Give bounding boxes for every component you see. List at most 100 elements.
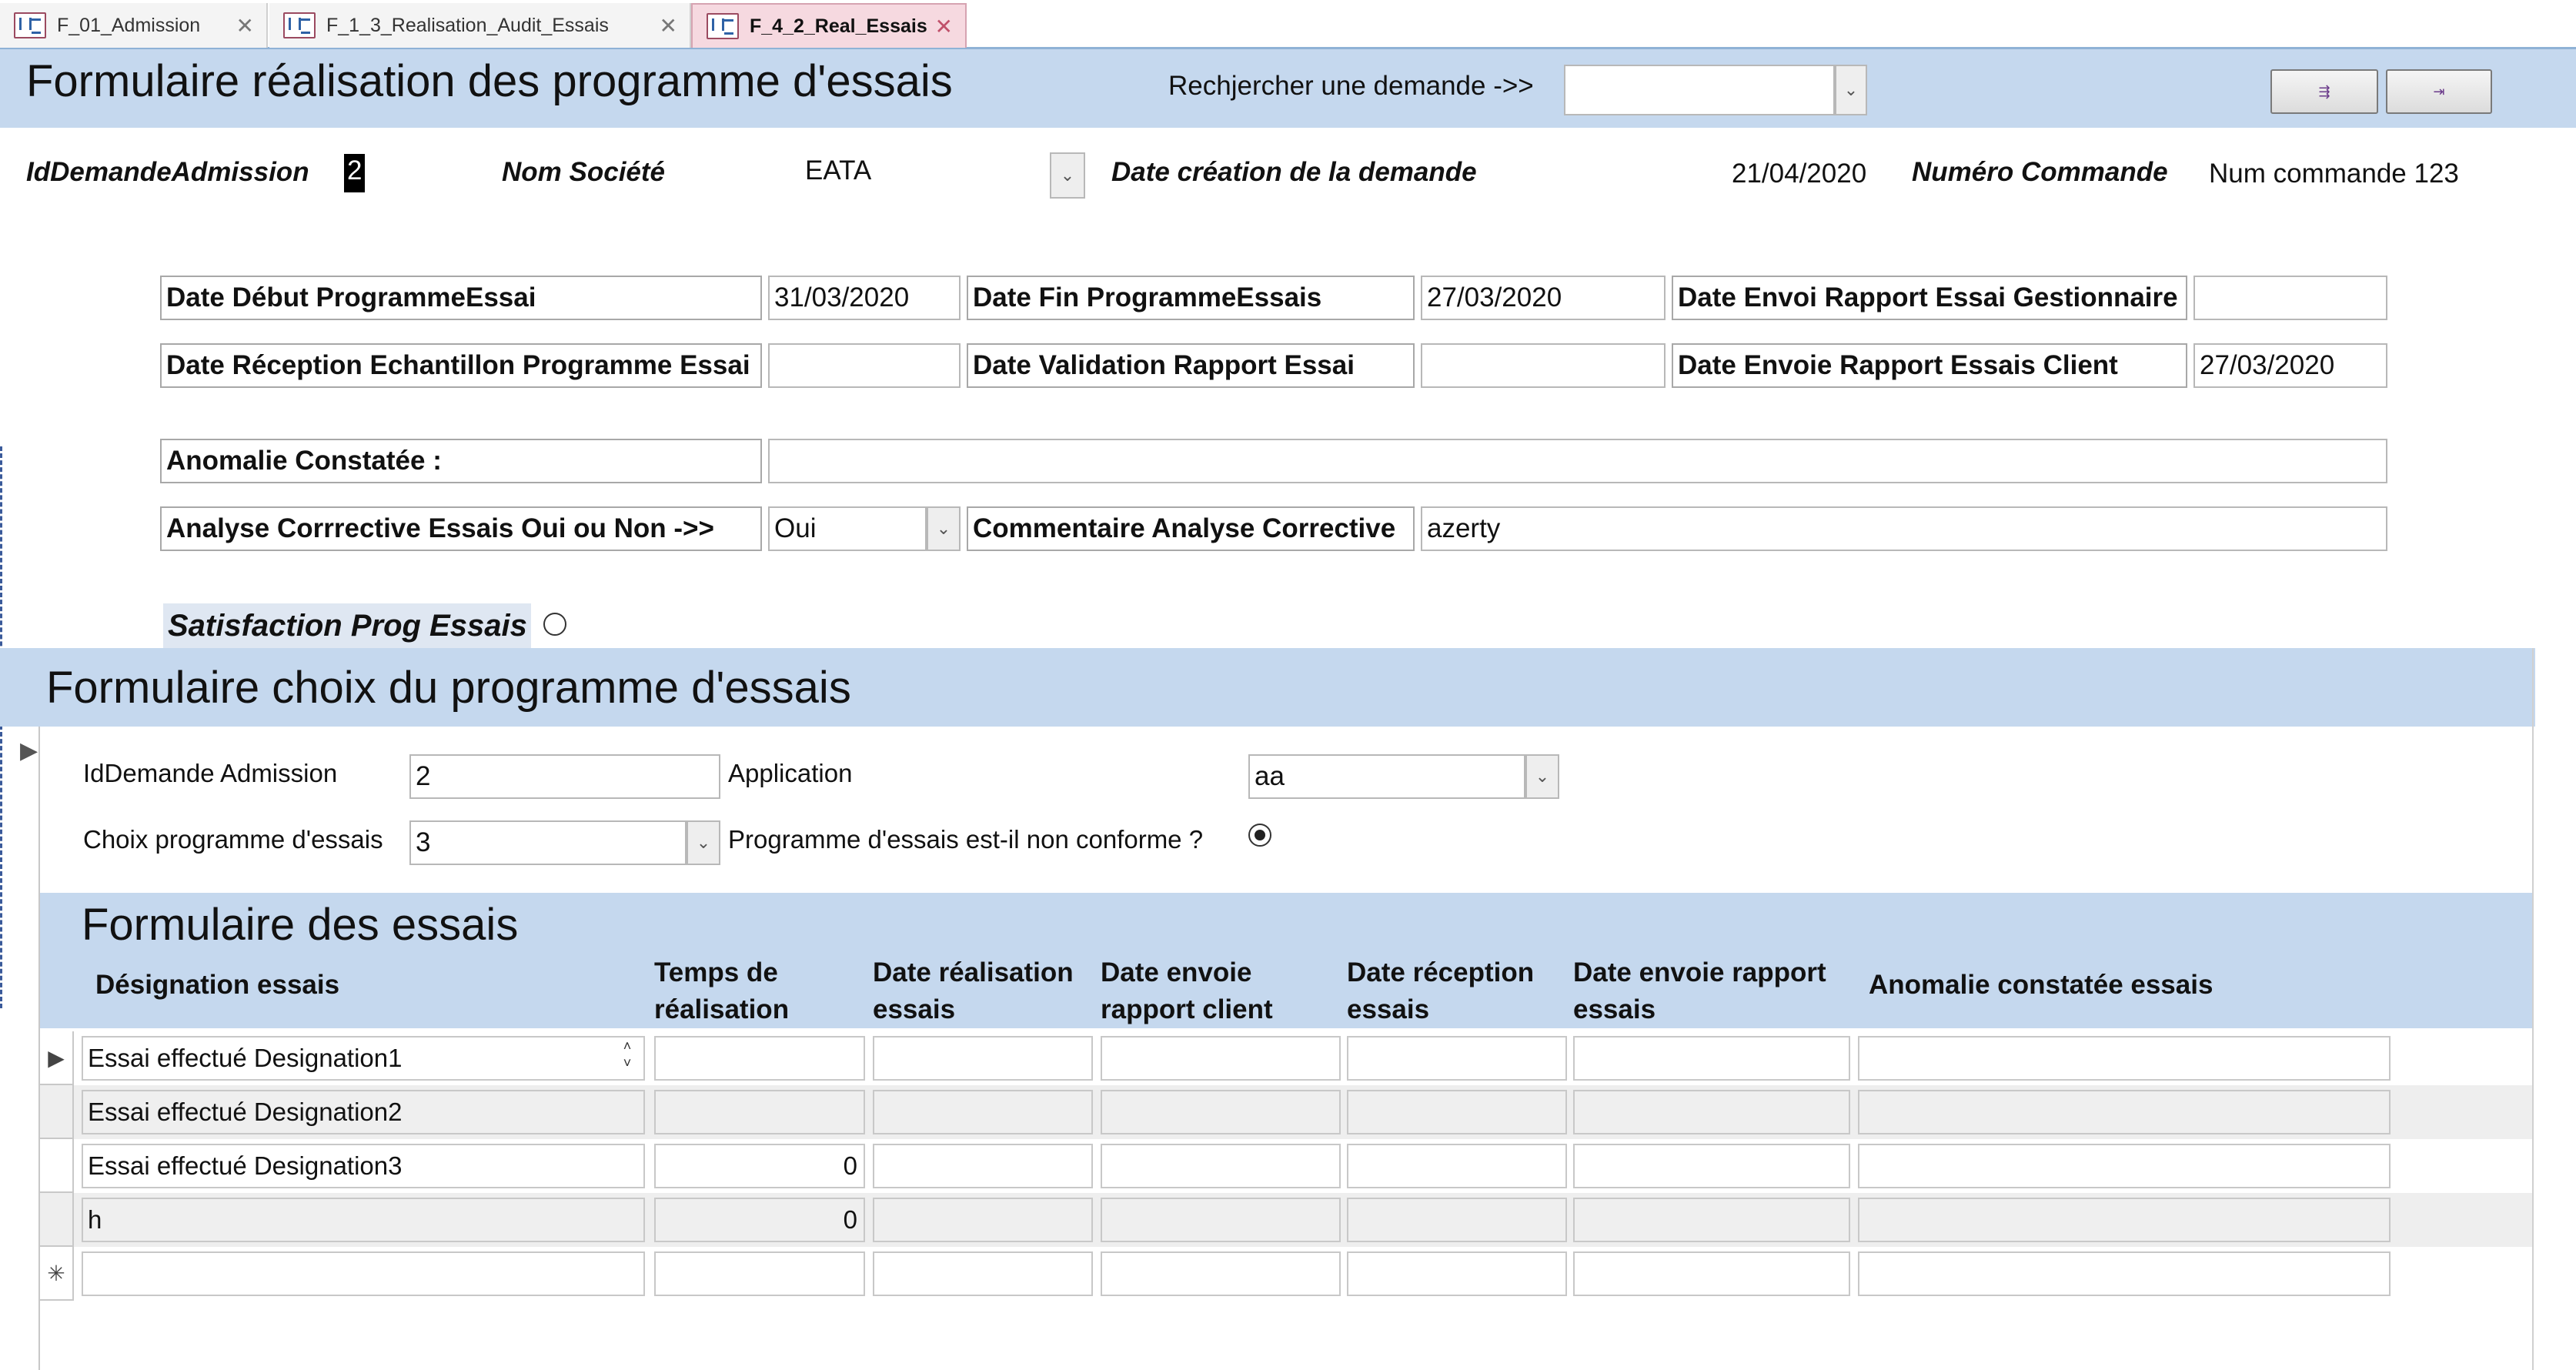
table-cell[interactable] [1101, 1144, 1341, 1188]
table-cell[interactable] [1858, 1144, 2391, 1188]
table-cell[interactable] [1101, 1036, 1341, 1081]
date-fin-label: Date Fin ProgrammeEssais [967, 276, 1415, 320]
designation-cell[interactable]: Essai effectué Designation2 [82, 1090, 645, 1134]
analyse-corrective-label: Analyse Corrrective Essais Oui ou Non ->… [160, 506, 762, 551]
search-combobox[interactable] [1564, 65, 1835, 115]
analyse-corrective-select[interactable]: Oui [768, 506, 927, 551]
anomalie-input[interactable] [768, 439, 2387, 483]
table-cell[interactable] [1101, 1198, 1341, 1242]
close-form-button[interactable]: ⇥ [2386, 69, 2492, 114]
record-nav-button[interactable]: ⇶ [2270, 69, 2378, 114]
date-envoi-gestionnaire-label: Date Envoi Rapport Essai Gestionnaire [1672, 276, 2187, 320]
table-cell[interactable] [873, 1198, 1093, 1242]
date-creation-value[interactable]: 21/04/2020 [1732, 159, 1866, 189]
table-cell[interactable] [1347, 1036, 1567, 1081]
tab-label: F_4_2_Real_Essais [750, 15, 927, 37]
record-selector-column [0, 727, 40, 1370]
table-cell[interactable] [1347, 1251, 1567, 1296]
close-icon[interactable]: ✕ [935, 14, 953, 39]
non-conforme-label: Programme d'essais est-il non conforme ? [728, 825, 1204, 854]
table-cell[interactable] [1101, 1251, 1341, 1296]
date-validation-label: Date Validation Rapport Essai [967, 343, 1415, 388]
table-cell[interactable] [1347, 1144, 1567, 1188]
table-cell[interactable] [1347, 1090, 1567, 1134]
table-cell[interactable] [1858, 1198, 2391, 1242]
table-cell[interactable] [1573, 1144, 1850, 1188]
table-cell[interactable] [1573, 1036, 1850, 1081]
spinner-icon[interactable]: ˄ ˅ [614, 1038, 640, 1079]
numero-commande-value[interactable]: Num commande 123 [2209, 159, 2459, 189]
table-cell[interactable] [1573, 1251, 1850, 1296]
date-debut-input[interactable]: 31/03/2020 [768, 276, 961, 320]
choix-title: Formulaire choix du programme d'essais [46, 663, 851, 713]
temps-cell[interactable]: 0 [654, 1144, 865, 1188]
chevron-down-icon[interactable]: ⌄ [1050, 152, 1085, 199]
tab-f13-realisation-audit[interactable]: F_1_3_Realisation_Audit_Essais ✕ [269, 3, 691, 48]
record-selector[interactable] [40, 1139, 74, 1193]
table-cell[interactable] [873, 1036, 1093, 1081]
commentaire-input[interactable]: azerty [1421, 506, 2387, 551]
col-date-realisation: Date réalisation essais [873, 957, 1074, 1024]
table-cell[interactable] [1573, 1090, 1850, 1134]
close-icon[interactable]: ✕ [660, 13, 677, 38]
current-record-icon: ▶ [20, 738, 38, 764]
designation-cell[interactable]: Essai effectué Designation1 [82, 1036, 645, 1081]
choix-programme-select[interactable]: 3 [409, 820, 687, 865]
tab-f01-admission[interactable]: F_01_Admission ✕ [0, 3, 268, 48]
date-envoie-client-input[interactable]: 27/03/2020 [2193, 343, 2387, 388]
designation-cell[interactable]: Essai effectué Designation3 [82, 1144, 645, 1188]
date-debut-label: Date Début ProgrammeEssai [160, 276, 762, 320]
tab-label: F_01_Admission [57, 14, 201, 36]
record-selector[interactable]: ✳ [40, 1247, 74, 1301]
satisfaction-radio[interactable] [543, 613, 566, 636]
chevron-down-icon[interactable]: ⌄ [927, 506, 961, 551]
temps-cell[interactable] [654, 1036, 865, 1081]
choix-id-input[interactable]: 2 [409, 754, 720, 799]
table-cell[interactable] [1858, 1036, 2391, 1081]
choix-programme-label: Choix programme d'essais [83, 825, 383, 854]
col-temps: Temps de réalisation [654, 957, 790, 1024]
table-cell[interactable] [1101, 1090, 1341, 1134]
numero-commande-label: Numéro Commande [1912, 157, 2168, 187]
chevron-down-icon[interactable]: ⌄ [1525, 754, 1559, 799]
temps-cell[interactable] [654, 1090, 865, 1134]
table-cell[interactable] [873, 1251, 1093, 1296]
col-date-envoie-rapport: Date envoie rapport essais [1573, 957, 1826, 1024]
tab-f42-real-essais[interactable]: F_4_2_Real_Essais ✕ [691, 3, 967, 48]
nom-societe-value[interactable]: EATA [805, 155, 871, 186]
commentaire-label: Commentaire Analyse Corrective [967, 506, 1415, 551]
non-conforme-radio[interactable] [1248, 824, 1271, 847]
id-demande-label: IdDemandeAdmission [26, 157, 309, 187]
designation-cell[interactable]: h [82, 1198, 645, 1242]
table-cell[interactable] [873, 1144, 1093, 1188]
date-validation-input[interactable] [1421, 343, 1666, 388]
record-selector[interactable]: ▶ [40, 1031, 74, 1085]
chevron-down-icon[interactable]: ⌄ [1835, 65, 1867, 115]
date-reception-input[interactable] [768, 343, 961, 388]
application-select[interactable]: aa [1248, 754, 1525, 799]
choix-id-label: IdDemande Admission [83, 759, 338, 787]
temps-cell[interactable] [654, 1251, 865, 1296]
satisfaction-label: Satisfaction Prog Essais [163, 603, 531, 648]
table-cell[interactable] [1858, 1090, 2391, 1134]
record-selector[interactable] [40, 1085, 74, 1139]
tab-label: F_1_3_Realisation_Audit_Essais [326, 14, 609, 36]
table-cell[interactable] [1347, 1198, 1567, 1242]
col-date-reception: Date réception essais [1347, 957, 1535, 1024]
essais-title: Formulaire des essais [82, 900, 519, 950]
close-icon[interactable]: ✕ [236, 13, 254, 38]
date-envoi-gestionnaire-input[interactable] [2193, 276, 2387, 320]
col-designation: Désignation essais [95, 970, 340, 1000]
form-icon [707, 13, 739, 39]
date-fin-input[interactable]: 27/03/2020 [1421, 276, 1666, 320]
chevron-down-icon[interactable]: ⌄ [687, 820, 720, 865]
table-cell[interactable] [1858, 1251, 2391, 1296]
id-demande-value[interactable]: 2 [344, 154, 366, 192]
subform-border [2532, 648, 2534, 1370]
temps-cell[interactable]: 0 [654, 1198, 865, 1242]
table-cell[interactable] [873, 1090, 1093, 1134]
designation-cell[interactable] [82, 1251, 645, 1296]
table-cell[interactable] [1573, 1198, 1850, 1242]
record-selector[interactable] [40, 1193, 74, 1247]
form-icon [283, 12, 316, 38]
